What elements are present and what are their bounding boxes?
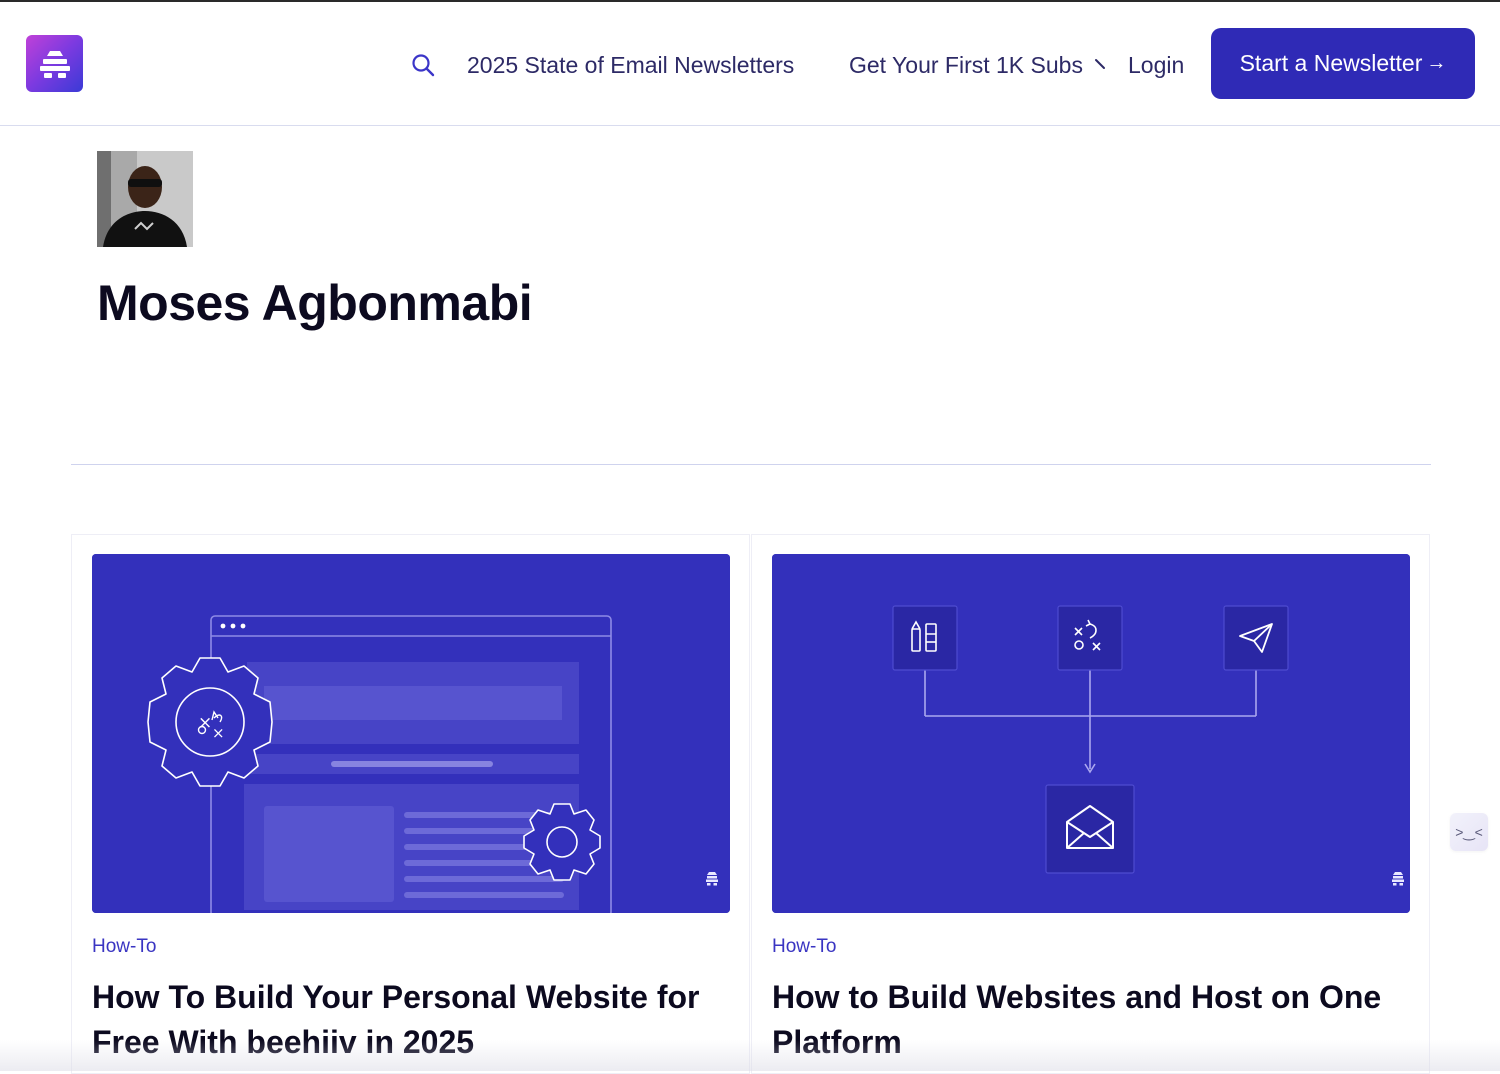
chevron-down-icon[interactable] bbox=[1092, 54, 1108, 74]
post-thumbnail[interactable]: × × bbox=[92, 554, 730, 913]
author-name: Moses Agbonmabi bbox=[97, 275, 533, 331]
section-divider bbox=[71, 464, 1431, 465]
nav-login[interactable]: Login bbox=[1128, 50, 1184, 80]
author-avatar bbox=[97, 151, 193, 247]
post-title[interactable]: How to Build Websites and Host on One Pl… bbox=[772, 975, 1402, 1065]
arrow-right-icon: → bbox=[1426, 52, 1447, 74]
post-card[interactable]: × × How-To How To Build Your Personal We… bbox=[71, 534, 750, 1074]
svg-text:×: × bbox=[212, 724, 225, 742]
gear-icon: × × bbox=[147, 657, 273, 787]
post-category[interactable]: How-To bbox=[92, 936, 156, 958]
post-category[interactable]: How-To bbox=[772, 936, 836, 958]
search-button[interactable] bbox=[408, 50, 438, 80]
post-thumbnail[interactable] bbox=[772, 554, 1410, 913]
beehiiv-logo-icon[interactable] bbox=[26, 35, 83, 92]
search-icon bbox=[412, 54, 435, 77]
nav-first-1k-subs[interactable]: Get Your First 1K Subs bbox=[849, 50, 1083, 80]
start-newsletter-button[interactable]: Start a Newsletter → bbox=[1211, 28, 1475, 99]
site-header: 2025 State of Email Newsletters Get Your… bbox=[0, 2, 1500, 126]
post-title[interactable]: How To Build Your Personal Website for F… bbox=[92, 975, 722, 1065]
start-newsletter-label: Start a Newsletter bbox=[1239, 50, 1423, 76]
side-widget-button[interactable]: >‿< bbox=[1450, 813, 1488, 851]
post-card[interactable]: How-To How to Build Websites and Host on… bbox=[751, 534, 1430, 1074]
nav-state-of-newsletters[interactable]: 2025 State of Email Newsletters bbox=[467, 50, 794, 80]
